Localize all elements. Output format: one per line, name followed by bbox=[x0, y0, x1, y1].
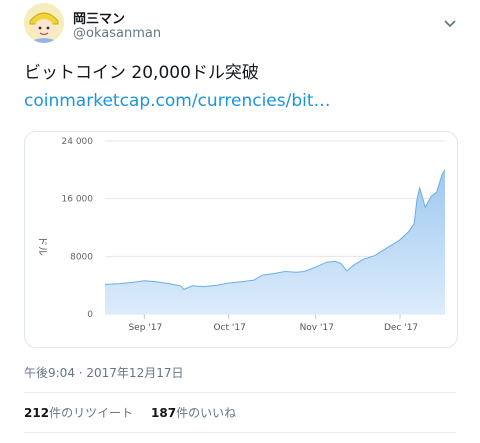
divider bbox=[24, 392, 456, 393]
x-tick-label: Nov '17 bbox=[300, 323, 334, 333]
y-tick-label: 0 bbox=[87, 310, 93, 320]
like-number: 187 bbox=[151, 406, 177, 420]
tweet-timestamp[interactable]: 午後9:04 · 2017年12月17日 bbox=[24, 364, 183, 381]
x-tick-label: Dec '17 bbox=[384, 323, 418, 333]
y-axis-label: ドル bbox=[36, 236, 47, 256]
x-tick-label: Oct '17 bbox=[213, 323, 245, 333]
avatar-image bbox=[24, 3, 64, 43]
chart-card[interactable]: 0 8000 16 000 24 000 Sep '17 Oct '17 Nov '17 D… bbox=[24, 131, 458, 348]
price-area bbox=[105, 169, 445, 314]
y-tick-label: 16 000 bbox=[62, 195, 94, 205]
user-display-name[interactable]: 岡三マン bbox=[73, 8, 125, 27]
tweet-link[interactable]: coinmarketcap.com/currencies/bit… bbox=[24, 91, 331, 111]
tweet-text: ビットコイン 20,000ドル突破 bbox=[24, 63, 259, 83]
divider bbox=[24, 432, 456, 433]
y-tick-label: 8000 bbox=[70, 252, 93, 262]
y-tick-labels: 0 8000 16 000 24 000 bbox=[62, 137, 94, 320]
price-chart: 0 8000 16 000 24 000 Sep '17 Oct '17 Nov '17 D… bbox=[36, 137, 446, 333]
chevron-down-icon[interactable] bbox=[443, 14, 457, 28]
retweet-label: 件のリツイート bbox=[49, 406, 134, 420]
avatar[interactable] bbox=[24, 3, 64, 43]
like-count[interactable]: 187件のいいね bbox=[151, 404, 236, 421]
chart-area-layer bbox=[104, 169, 446, 314]
x-tick-label: Sep '17 bbox=[128, 323, 162, 333]
retweet-number: 212 bbox=[24, 406, 50, 420]
x-tick-labels: Sep '17 Oct '17 Nov '17 Dec '17 bbox=[128, 314, 418, 333]
like-label: 件のいいね bbox=[176, 406, 237, 420]
user-handle[interactable]: @okasanman bbox=[73, 26, 161, 41]
y-tick-label: 24 000 bbox=[62, 137, 94, 147]
retweet-count[interactable]: 212件のリツイート bbox=[24, 404, 133, 421]
